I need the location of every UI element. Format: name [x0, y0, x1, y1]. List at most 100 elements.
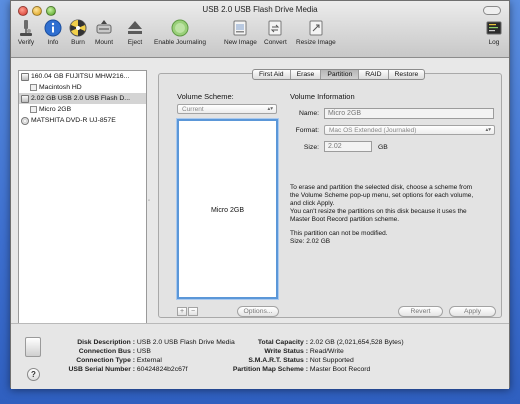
eject-button[interactable]: Eject: [126, 19, 144, 46]
verify-button[interactable]: Verify: [17, 19, 35, 46]
microscope-icon: [17, 19, 35, 37]
format-label: Format:: [295, 127, 319, 134]
resize-image-button[interactable]: Resize Image: [296, 19, 336, 46]
new-image-label: New Image: [224, 39, 257, 46]
add-partition-button[interactable]: +: [177, 307, 187, 316]
hard-disk-icon: [21, 72, 29, 81]
window-title: USB 2.0 USB Flash Drive Media: [202, 5, 318, 14]
info-line: Size: 2.02 GB: [290, 238, 331, 245]
sidebar-item-label: 160.04 GB FUJITSU MHW216...: [31, 73, 130, 80]
write-status-row: Write Status : Read/Write: [216, 347, 344, 356]
format-value: Mac OS Extended (Journaled): [329, 127, 417, 134]
eject-icon: [126, 19, 144, 37]
disk-description-label: Disk Description :: [77, 339, 135, 346]
disk-utility-window: USB 2.0 USB Flash Drive Media Verify Inf…: [10, 0, 510, 389]
optical-disc-icon: [21, 116, 29, 125]
smart-status-row: S.M.A.R.T. Status : Not Supported: [216, 356, 354, 365]
verify-label: Verify: [17, 39, 35, 46]
info-line: the Volume Scheme pop-up menu, set optio…: [290, 192, 474, 199]
size-unit: GB: [378, 144, 388, 151]
info-icon: [44, 19, 62, 37]
mount-button[interactable]: Mount: [95, 19, 113, 46]
mount-icon: [95, 19, 113, 37]
tab-bar: First Aid Erase Partition RAID Restore: [252, 69, 426, 80]
connection-bus-label: Connection Bus :: [78, 348, 135, 355]
sidebar-item-label: Macintosh HD: [39, 84, 82, 91]
sidebar-item-label: 2.02 GB USB 2.0 USB Flash D...: [31, 95, 130, 102]
usb-disk-icon: [21, 94, 29, 103]
main-area: 160.04 GB FUJITSU MHW216... Macintosh HD…: [11, 59, 509, 380]
disk-description-row: Disk Description : USB 2.0 USB Flash Dri…: [41, 338, 235, 347]
size-label: Size:: [303, 144, 319, 151]
connection-type-row: Connection Type : External: [41, 356, 162, 365]
split-view-handle[interactable]: ◦: [148, 198, 150, 204]
connection-bus-value: USB: [136, 348, 151, 355]
usb-serial-value: 60424824b2c67f: [136, 366, 188, 373]
sidebar-item-label: MATSHITA DVD-R UJ-857E: [31, 117, 116, 124]
name-field[interactable]: Micro 2GB: [324, 108, 494, 119]
updown-arrow-icon: ▴▾: [267, 106, 273, 112]
convert-label: Convert: [264, 39, 287, 46]
tab-raid[interactable]: RAID: [359, 70, 389, 79]
partition-info-text: To erase and partition the selected disk…: [290, 184, 495, 246]
toolbar-toggle-button[interactable]: [483, 6, 501, 15]
format-select[interactable]: Mac OS Extended (Journaled) ▴▾: [324, 125, 495, 135]
size-field[interactable]: 2.02: [324, 141, 372, 152]
tab-partition[interactable]: Partition: [321, 70, 360, 79]
eject-label: Eject: [127, 39, 143, 46]
sidebar-item-fujitsu-disk[interactable]: 160.04 GB FUJITSU MHW216...: [19, 71, 146, 82]
partition-map-value: Master Boot Record: [309, 366, 371, 373]
resize-image-label: Resize Image: [296, 39, 336, 46]
enable-journaling-button[interactable]: Enable Journaling: [154, 19, 206, 46]
enable-journaling-label: Enable Journaling: [154, 39, 207, 46]
burn-icon: [69, 19, 87, 37]
partition-map-label: Partition Map Scheme :: [232, 366, 308, 373]
partition-map-view[interactable]: Micro 2GB: [177, 119, 278, 299]
journaling-icon: [171, 19, 189, 37]
remove-partition-button[interactable]: −: [188, 307, 198, 316]
usb-disk-icon: [25, 337, 41, 357]
usb-serial-row: USB Serial Number : 60424824b2c67f: [41, 365, 188, 374]
total-capacity-value: 2.02 GB (2,021,654,528 Bytes): [309, 339, 404, 346]
info-button[interactable]: Info: [44, 19, 62, 46]
log-label: Log: [488, 39, 500, 46]
smart-status-value: Not Supported: [309, 357, 354, 364]
total-capacity-label: Total Capacity :: [257, 339, 308, 346]
volume-scheme-label: Volume Scheme:: [177, 92, 234, 101]
info-label: Info: [47, 39, 59, 46]
name-label: Name:: [298, 110, 319, 117]
volume-icon: [30, 84, 37, 91]
disk-info-footer: ? Disk Description : USB 2.0 USB Flash D…: [11, 323, 509, 389]
volume-scheme-select[interactable]: Current ▴▾: [177, 104, 277, 114]
partition-name: Micro 2GB: [210, 207, 245, 214]
new-image-button[interactable]: New Image: [224, 19, 257, 46]
volume-information-heading: Volume Information: [290, 92, 355, 101]
write-status-value: Read/Write: [309, 348, 344, 355]
usb-serial-label: USB Serial Number :: [68, 366, 135, 373]
burn-button[interactable]: Burn: [69, 19, 87, 46]
sidebar-item-dvd-drive[interactable]: MATSHITA DVD-R UJ-857E: [19, 115, 146, 126]
write-status-label: Write Status :: [264, 348, 308, 355]
titlebar: USB 2.0 USB Flash Drive Media Verify Inf…: [11, 1, 509, 58]
log-button[interactable]: Log: [485, 19, 503, 46]
sidebar-item-macintosh-hd[interactable]: Macintosh HD: [19, 82, 146, 93]
connection-type-label: Connection Type :: [76, 357, 135, 364]
connection-type-value: External: [136, 357, 162, 364]
info-line: and click Apply.: [290, 200, 335, 207]
convert-button[interactable]: Convert: [264, 19, 287, 46]
volume-scheme-value: Current: [182, 106, 204, 113]
tab-restore[interactable]: Restore: [389, 70, 425, 79]
partition-panel: First Aid Erase Partition RAID Restore V…: [158, 69, 502, 318]
partition-map-row: Partition Map Scheme : Master Boot Recor…: [216, 365, 371, 374]
mount-label: Mount: [95, 39, 114, 46]
tab-erase[interactable]: Erase: [291, 70, 322, 79]
info-line: To erase and partition the selected disk…: [290, 184, 473, 191]
tab-first-aid[interactable]: First Aid: [253, 70, 291, 79]
sidebar-item-usb-flash-disk[interactable]: 2.02 GB USB 2.0 USB Flash D...: [19, 93, 146, 104]
options-button[interactable]: Options...: [237, 306, 279, 317]
apply-button[interactable]: Apply: [449, 306, 496, 317]
info-line: This partition can not be modified.: [290, 230, 388, 237]
revert-button[interactable]: Revert: [398, 306, 443, 317]
sidebar-item-micro-2gb[interactable]: Micro 2GB: [19, 104, 146, 115]
help-button[interactable]: ?: [27, 368, 40, 381]
